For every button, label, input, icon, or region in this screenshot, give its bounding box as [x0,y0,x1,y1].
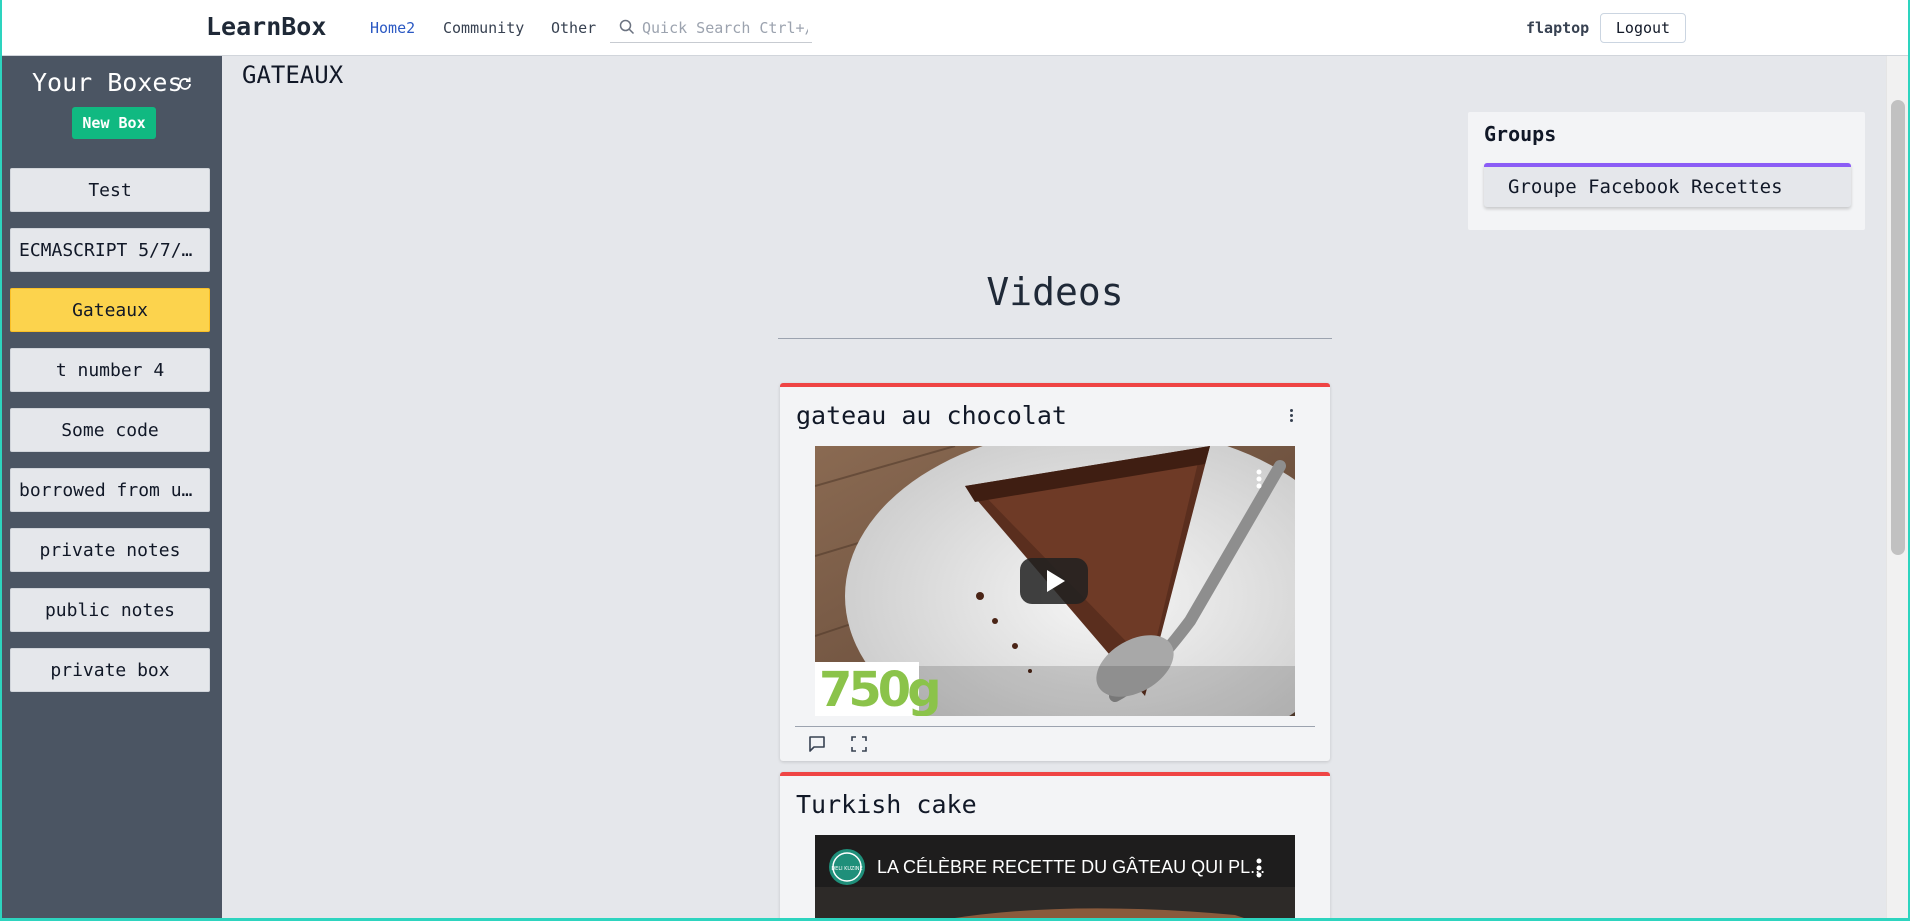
fullscreen-icon[interactable] [850,735,868,753]
brand-logo[interactable]: LearnBox [206,12,326,41]
embedded-video-title: LA CÉLÈBRE RECETTE DU GÂTEAU QUI PL... [877,857,1265,877]
scrollbar-thumb[interactable] [1891,100,1905,555]
groups-title: Groups [1484,122,1557,146]
groups-panel: Groups Groupe Facebook Recettes [1467,111,1866,231]
box-label: Gateaux [72,299,148,321]
nav-community[interactable]: Community [443,19,524,37]
sidebar-box-gateaux[interactable]: Gateaux [10,288,210,332]
box-label: Some code [61,419,159,441]
logout-button[interactable]: Logout [1600,13,1686,43]
sidebar-box-private-box[interactable]: private box [10,648,210,692]
video-card: gateau au chocolat 750g [780,383,1330,761]
search-icon [619,19,635,35]
video-card: Turkish cake DELI KUZINE LA CÉLÈBRE RECE… [780,772,1330,921]
page-title: GATEAUX [242,61,344,89]
box-label: borrowed from u… [19,479,193,501]
channel-logo: DELI KUZINE [831,866,862,872]
nav-home2[interactable]: Home2 [370,19,415,37]
box-label: t number 4 [55,359,165,381]
more-options-icon[interactable] [1290,409,1294,424]
sidebar: Your Boxes New Box Test ECMASCRIPT 5/7/…… [0,56,222,921]
box-label: Test [88,179,132,201]
video-thumbnail: DELI KUZINE LA CÉLÈBRE RECETTE DU GÂTEAU… [815,835,1295,921]
sidebar-box-some-code[interactable]: Some code [10,408,210,452]
group-item[interactable]: Groupe Facebook Recettes [1484,163,1851,207]
section-divider [778,338,1332,339]
comment-icon[interactable] [808,735,826,753]
video-title: gateau au chocolat [796,401,1067,430]
sidebar-box-borrowed[interactable]: borrowed from u… [10,468,210,512]
video-player[interactable]: DELI KUZINE LA CÉLÈBRE RECETTE DU GÂTEAU… [815,835,1295,921]
sidebar-title: Your Boxes [32,68,183,97]
video-thumbnail: 750g [815,446,1295,716]
box-label: ECMASCRIPT 5/7/… [19,239,193,261]
new-box-button[interactable]: New Box [72,107,156,139]
section-title: Videos [986,270,1124,314]
search-input[interactable] [642,17,808,39]
video-title: Turkish cake [796,790,977,819]
sidebar-box-t-number-4[interactable]: t number 4 [10,348,210,392]
video-watermark: 750g [819,662,938,716]
sidebar-box-private-notes[interactable]: private notes [10,528,210,572]
refresh-icon[interactable] [177,76,193,92]
top-navbar: LearnBox Home2 Community Other flaptop L… [0,0,1910,56]
card-divider [795,726,1315,727]
sidebar-box-public-notes[interactable]: public notes [10,588,210,632]
box-label: public notes [44,599,176,621]
quick-search[interactable] [610,15,812,43]
scrollbar[interactable] [1886,56,1910,921]
sidebar-box-ecmascript[interactable]: ECMASCRIPT 5/7/… [10,228,210,272]
username[interactable]: flaptop [1526,19,1589,37]
video-player[interactable]: 750g [815,446,1295,716]
nav-other[interactable]: Other [551,19,596,37]
sidebar-box-test[interactable]: Test [10,168,210,212]
box-label: private notes [39,539,181,561]
box-label: private box [50,659,170,681]
